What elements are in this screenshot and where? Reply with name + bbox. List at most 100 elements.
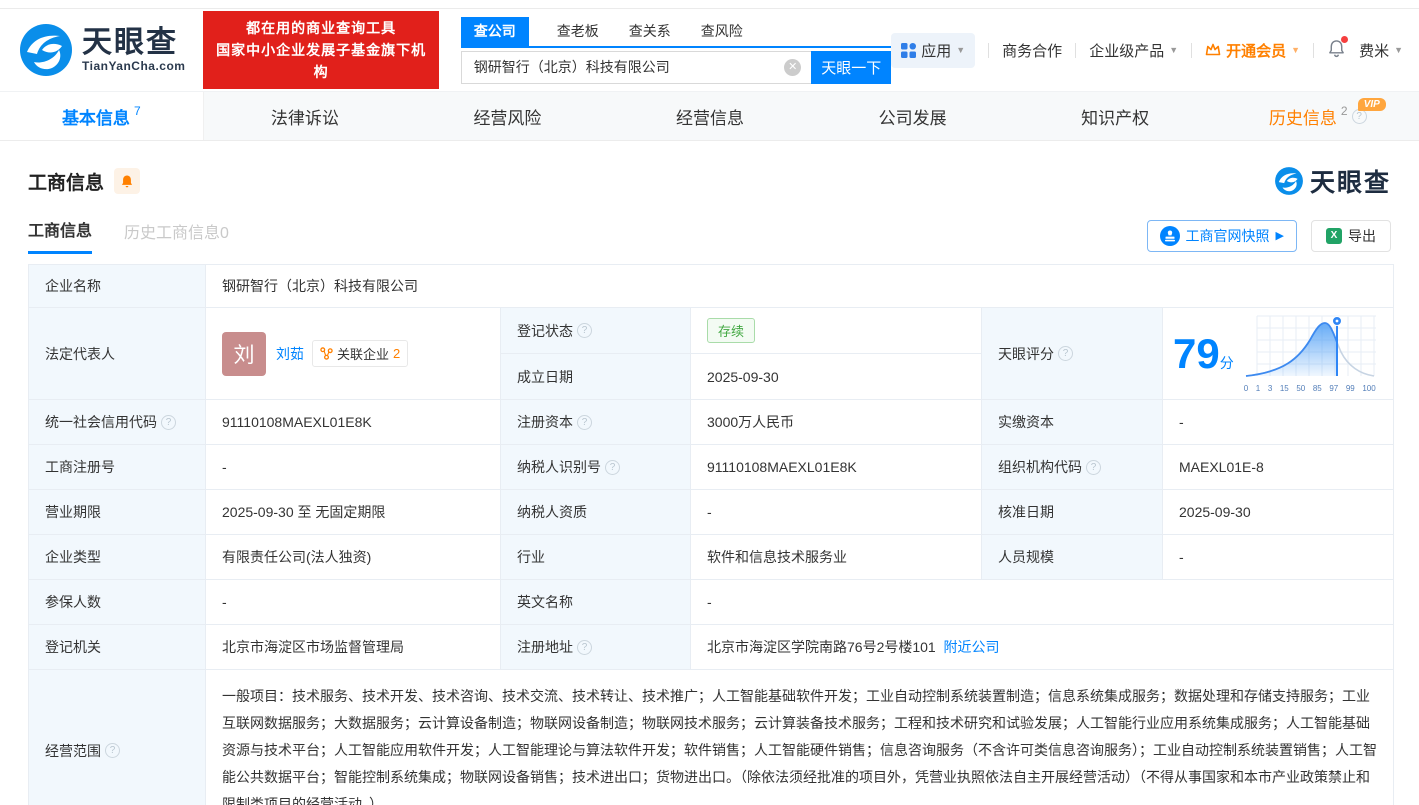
- field-value-tianyan-score[interactable]: 79分: [1163, 308, 1393, 399]
- field-value-staff-size: -: [1163, 535, 1393, 579]
- field-value-taxpayer-quality: -: [691, 490, 981, 534]
- tab-history-info[interactable]: VIP 历史信息 2 ?: [1216, 92, 1419, 140]
- logo-brand-text: 天眼查: [82, 27, 185, 59]
- field-label-industry: 行业: [501, 535, 690, 579]
- field-label-company-name: 企业名称: [29, 265, 205, 307]
- field-value-credit-code: 91110108MAEXL01E8K: [206, 400, 500, 444]
- field-value-registered-address: 北京市海淀区学院南路76号2号楼101 附近公司: [691, 625, 1393, 669]
- nav-enterprise-label: 企业级产品: [1089, 40, 1164, 61]
- subtab-history-registration[interactable]: 历史工商信息0: [124, 219, 229, 253]
- watermark-text: 天眼查: [1310, 163, 1391, 199]
- vip-badge: VIP: [1358, 98, 1386, 111]
- monitor-bell-button[interactable]: [114, 168, 140, 194]
- tab-basic-info[interactable]: 基本信息 7: [0, 92, 204, 140]
- field-value-business-scope: 一般项目：技术服务、技术开发、技术咨询、技术交流、技术转让、技术推广；人工智能基…: [206, 670, 1393, 805]
- promo-line-2: 国家中小企业发展子基金旗下机构: [213, 39, 428, 83]
- help-icon[interactable]: ?: [1058, 346, 1073, 361]
- search-area: 查公司 查老板 查关系 查风险 ✕ 天眼一下: [461, 17, 892, 84]
- related-companies-icon: [320, 347, 333, 360]
- tab-intellectual-property[interactable]: 知识产权: [1014, 92, 1217, 140]
- help-icon[interactable]: ?: [1086, 460, 1101, 475]
- tab-history-info-count: 2: [1341, 104, 1348, 118]
- nav-cooperation-label: 商务合作: [1002, 40, 1062, 61]
- search-tab-risk[interactable]: 查风险: [699, 17, 745, 46]
- search-input[interactable]: [461, 51, 812, 84]
- promo-line-1: 都在用的商业查询工具: [213, 17, 428, 39]
- nav-open-vip-label: 开通会员: [1226, 40, 1286, 61]
- business-info-table: 企业名称 钢研智行（北京）科技有限公司 法定代表人 刘 刘茹 关联企业 2 登记…: [28, 264, 1394, 805]
- field-label-company-type: 企业类型: [29, 535, 205, 579]
- field-label-registration-status: 登记状态?: [501, 308, 690, 353]
- status-badge: 存续: [707, 318, 755, 343]
- chevron-down-icon: ▼: [1394, 45, 1403, 55]
- tab-operating-risk[interactable]: 经营风险: [406, 92, 609, 140]
- field-label-taxpayer-id: 纳税人识别号?: [501, 445, 690, 489]
- search-button[interactable]: 天眼一下: [811, 51, 891, 84]
- monitor-bell-icon: [120, 174, 134, 189]
- chevron-down-icon: ▼: [956, 45, 965, 55]
- field-value-paid-capital: -: [1163, 400, 1393, 444]
- help-icon[interactable]: ?: [105, 743, 120, 758]
- field-label-organization-code: 组织机构代码?: [982, 445, 1162, 489]
- field-value-registration-authority: 北京市海淀区市场监督管理局: [206, 625, 500, 669]
- nav-cooperation[interactable]: 商务合作: [1002, 40, 1062, 61]
- field-value-approval-date: 2025-09-30: [1163, 490, 1393, 534]
- export-button[interactable]: X 导出: [1311, 220, 1391, 252]
- search-tab-boss[interactable]: 查老板: [555, 17, 601, 46]
- tab-business-info[interactable]: 经营信息: [609, 92, 812, 140]
- field-value-registration-number: -: [206, 445, 500, 489]
- field-value-organization-code: MAEXL01E-8: [1163, 445, 1393, 489]
- search-tab-relation[interactable]: 查关系: [627, 17, 673, 46]
- help-icon[interactable]: ?: [605, 460, 620, 475]
- top-nav: 应用 ▼ 商务合作 企业级产品 ▼ 开通会员 ▼ 费: [891, 33, 1403, 68]
- help-icon[interactable]: ?: [577, 640, 592, 655]
- related-companies-count: 2: [393, 346, 400, 361]
- nav-apps[interactable]: 应用 ▼: [891, 33, 975, 68]
- official-snapshot-label: 工商官网快照: [1186, 226, 1270, 246]
- page-top-divider: [0, 0, 1419, 9]
- legal-rep-avatar[interactable]: 刘: [222, 332, 266, 376]
- field-label-legal-representative: 法定代表人: [29, 308, 205, 399]
- field-label-registered-capital: 注册资本?: [501, 400, 690, 444]
- search-tab-company[interactable]: 查公司: [461, 17, 529, 46]
- subtab-history-count: 0: [220, 225, 229, 242]
- nearby-companies-link[interactable]: 附近公司: [944, 637, 1000, 657]
- subtab-business-registration[interactable]: 工商信息: [28, 217, 92, 254]
- related-companies-badge[interactable]: 关联企业 2: [312, 340, 408, 367]
- tab-legal-proceedings[interactable]: 法律诉讼: [204, 92, 407, 140]
- nav-divider: [1075, 43, 1076, 58]
- nav-user[interactable]: 费米 ▼: [1359, 40, 1403, 61]
- notification-bell[interactable]: [1327, 39, 1346, 62]
- export-label: 导出: [1348, 226, 1376, 246]
- tab-basic-info-count: 7: [134, 104, 141, 118]
- field-label-paid-capital: 实缴资本: [982, 400, 1162, 444]
- nav-apps-label: 应用: [921, 40, 951, 61]
- field-label-english-name: 英文名称: [501, 580, 690, 624]
- field-label-establish-date: 成立日期: [501, 354, 690, 399]
- help-icon[interactable]: ?: [161, 415, 176, 430]
- tab-company-development[interactable]: 公司发展: [811, 92, 1014, 140]
- nav-user-label: 费米: [1359, 40, 1389, 61]
- promo-badge: 都在用的商业查询工具 国家中小企业发展子基金旗下机构: [203, 11, 438, 89]
- field-value-company-type: 有限责任公司(法人独资): [206, 535, 500, 579]
- field-label-registration-number: 工商注册号: [29, 445, 205, 489]
- official-snapshot-button[interactable]: 工商官网快照 ▶: [1147, 220, 1297, 252]
- chevron-down-icon: ▼: [1169, 45, 1178, 55]
- nav-open-vip[interactable]: 开通会员 ▼: [1205, 40, 1300, 61]
- nav-divider: [1313, 43, 1314, 58]
- tianyancha-logo[interactable]: 天眼查 TianYanCha.com: [18, 22, 185, 78]
- nav-enterprise[interactable]: 企业级产品 ▼: [1089, 40, 1178, 61]
- field-value-industry: 软件和信息技术服务业: [691, 535, 981, 579]
- legal-rep-name-link[interactable]: 刘茹: [276, 344, 304, 364]
- field-label-registration-authority: 登记机关: [29, 625, 205, 669]
- notification-dot: [1341, 36, 1348, 43]
- score-curve-chart: 0131550859799100: [1244, 314, 1376, 393]
- search-clear-icon[interactable]: ✕: [784, 59, 801, 76]
- tab-history-info-label: 历史信息: [1269, 104, 1337, 129]
- field-value-insured-count: -: [206, 580, 500, 624]
- section-header: 工商信息 天眼查: [0, 141, 1419, 199]
- field-value-taxpayer-id: 91110108MAEXL01E8K: [691, 445, 981, 489]
- help-icon[interactable]: ?: [577, 323, 592, 338]
- tab-basic-info-label: 基本信息: [62, 104, 130, 129]
- help-icon[interactable]: ?: [577, 415, 592, 430]
